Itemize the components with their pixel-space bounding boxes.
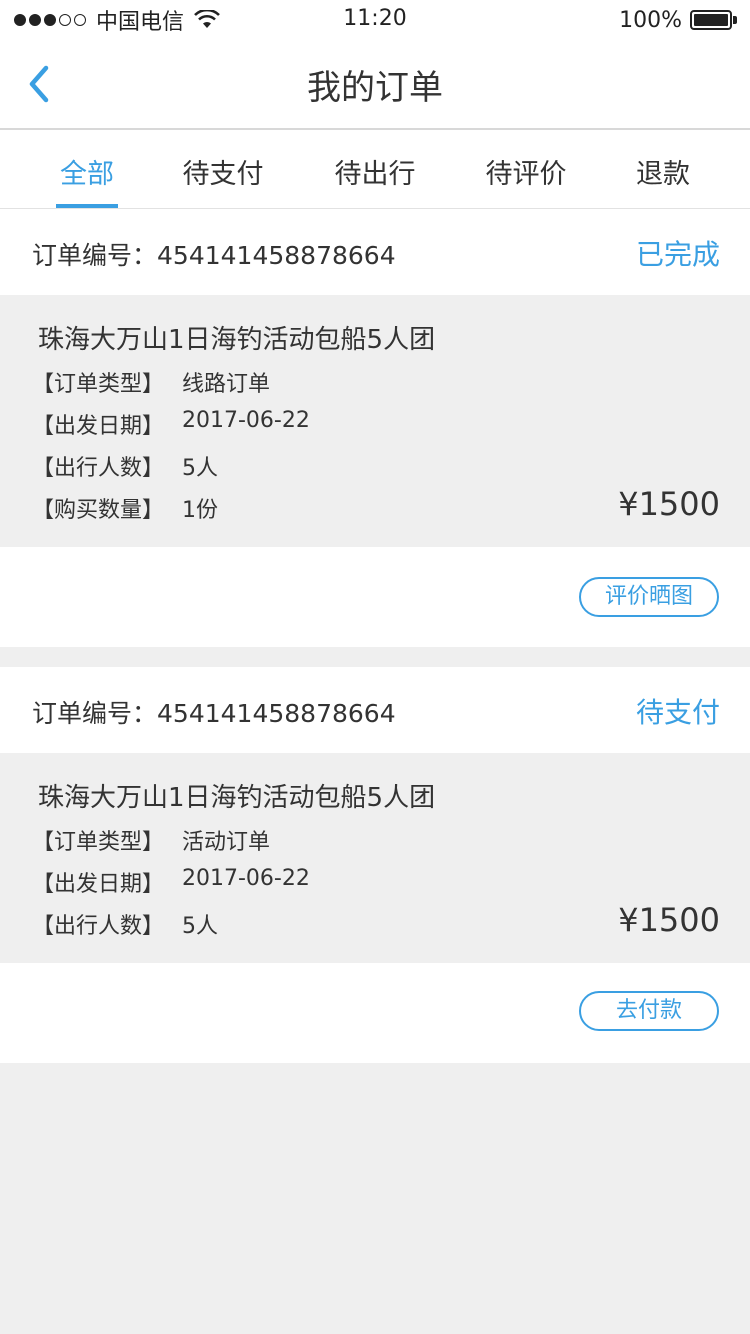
tab-active-indicator: [56, 204, 118, 208]
detail-value: 2017-06-22: [182, 408, 310, 433]
order-number-label: 订单编号：: [32, 699, 158, 728]
tab-label: 待支付: [182, 159, 264, 190]
detail-row: 【出行人数】 5人: [32, 450, 218, 482]
battery-icon: [690, 10, 738, 30]
detail-value: 5人: [182, 914, 218, 939]
detail-value: 2017-06-22: [182, 866, 310, 891]
order-details: 珠海大万山1日海钓活动包船5人团 【订单类型】 活动订单 【出发日期】 2017…: [0, 753, 750, 963]
detail-row: 【出发日期】 2017-06-22: [32, 408, 310, 440]
detail-value: 5人: [182, 456, 218, 481]
order-header: 订单编号：454141458878664 待支付: [0, 667, 750, 753]
detail-key: 【订单类型】: [32, 830, 165, 855]
product-name: 珠海大万山1日海钓活动包船5人团: [38, 325, 436, 355]
tab-pending-payment[interactable]: 待支付: [178, 130, 268, 208]
detail-key: 【订单类型】: [32, 372, 165, 397]
review-button[interactable]: 评价晒图: [579, 577, 719, 617]
order-number: 订单编号：454141458878664: [32, 236, 396, 272]
detail-value: 1份: [182, 498, 218, 523]
detail-key: 【购买数量】: [32, 498, 165, 523]
page-title: 我的订单: [307, 68, 443, 108]
order-number: 订单编号：454141458878664: [32, 694, 396, 730]
pay-button[interactable]: 去付款: [579, 991, 719, 1031]
tab-all[interactable]: 全部: [56, 130, 118, 208]
tab-label: 全部: [60, 159, 114, 190]
tab-label: 待出行: [334, 159, 416, 190]
order-price: ¥1500: [618, 485, 720, 523]
detail-row: 【订单类型】 活动订单: [32, 824, 270, 856]
tab-pending-review[interactable]: 待评价: [481, 130, 571, 208]
tab-label: 退款: [636, 159, 690, 190]
detail-key: 【出行人数】: [32, 456, 165, 481]
order-number-label: 订单编号：: [32, 241, 158, 270]
detail-row: 【出发日期】 2017-06-22: [32, 866, 310, 898]
status-bar-right: 100%: [619, 6, 738, 34]
tab-label: 待评价: [485, 159, 567, 190]
order-card[interactable]: 订单编号：454141458878664 已完成 珠海大万山1日海钓活动包船5人…: [0, 209, 750, 647]
order-number-value: 454141458878664: [157, 241, 396, 270]
order-number-value: 454141458878664: [157, 699, 396, 728]
detail-row: 【购买数量】 1份: [32, 492, 218, 524]
detail-value: 线路订单: [182, 372, 271, 397]
detail-key: 【出发日期】: [32, 414, 165, 439]
order-footer: 评价晒图: [0, 547, 750, 647]
battery-percent: 100%: [619, 7, 682, 33]
order-status: 待支付: [635, 696, 720, 729]
detail-key: 【出发日期】: [32, 872, 165, 897]
product-name: 珠海大万山1日海钓活动包船5人团: [38, 783, 436, 813]
detail-row: 【订单类型】 线路订单: [32, 366, 270, 398]
order-price: ¥1500: [618, 901, 720, 939]
tab-pending-travel[interactable]: 待出行: [330, 130, 420, 208]
detail-key: 【出行人数】: [32, 914, 165, 939]
tab-refund[interactable]: 退款: [632, 130, 694, 208]
order-header: 订单编号：454141458878664 已完成: [0, 209, 750, 295]
order-footer: 去付款: [0, 963, 750, 1063]
detail-row: 【出行人数】 5人: [32, 908, 218, 940]
order-card[interactable]: 订单编号：454141458878664 待支付 珠海大万山1日海钓活动包船5人…: [0, 667, 750, 1063]
order-status: 已完成: [635, 238, 720, 271]
order-details: 珠海大万山1日海钓活动包船5人团 【订单类型】 线路订单 【出发日期】 2017…: [0, 295, 750, 547]
detail-value: 活动订单: [182, 830, 271, 855]
nav-bar: 我的订单: [0, 40, 750, 130]
order-tabs: 全部 待支付 待出行 待评价 退款: [0, 130, 750, 209]
status-bar: 中国电信 11:20 100%: [0, 0, 750, 40]
